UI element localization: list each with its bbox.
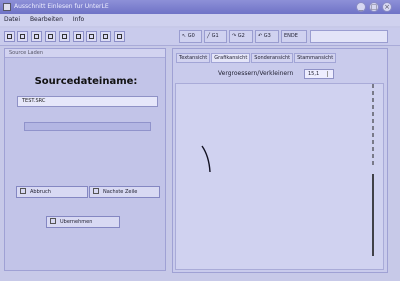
save-icon bbox=[50, 218, 56, 224]
paste-icon[interactable] bbox=[114, 31, 125, 42]
zoom-label: Vergroessern/Verkleinern bbox=[218, 70, 294, 77]
source-panel-header: Source Laden bbox=[5, 49, 165, 58]
copy-icon[interactable] bbox=[100, 31, 111, 42]
align-left-icon[interactable] bbox=[17, 31, 28, 42]
open-icon[interactable] bbox=[4, 31, 15, 42]
window-title: Ausschnitt Einlesen fur UnterLE bbox=[14, 3, 109, 10]
minimize-button[interactable]: _ bbox=[356, 2, 366, 12]
source-label: Sourcedateiname: bbox=[34, 76, 138, 87]
zoom-spinner[interactable]: 15,1 bbox=[304, 69, 334, 79]
close-button[interactable]: × bbox=[382, 2, 392, 12]
grid-icon[interactable] bbox=[86, 31, 97, 42]
apply-label: Ubernehmen bbox=[60, 219, 93, 225]
view-tabs: Textansicht Grafikansicht Sonderansicht … bbox=[176, 53, 337, 63]
next-line-label: Nachste Zeile bbox=[103, 189, 138, 195]
graphics-canvas[interactable] bbox=[175, 83, 384, 270]
toolbar: ↖ G0 ╱ G1 ↷ G2 ↶ G3 ENDE bbox=[0, 28, 400, 46]
align-right-icon[interactable] bbox=[59, 31, 70, 42]
zoom-value: 15,1 bbox=[308, 71, 320, 77]
tab-stammansicht[interactable]: Stammansicht bbox=[294, 53, 337, 63]
source-panel: Source Laden Sourcedateiname: TEST.SRC A… bbox=[4, 48, 166, 271]
align-center-icon[interactable] bbox=[31, 31, 42, 42]
progress-bar bbox=[24, 122, 151, 131]
arrow-icon bbox=[93, 188, 99, 194]
g0-button[interactable]: ↖ G0 bbox=[179, 30, 202, 43]
g3-button[interactable]: ↶ G3 bbox=[255, 30, 279, 43]
abort-label: Abbruch bbox=[30, 189, 51, 195]
menu-bar: Datei Bearbeiten Info bbox=[0, 14, 400, 26]
g1-button[interactable]: ╱ G1 bbox=[204, 30, 227, 43]
document-icon[interactable] bbox=[45, 31, 56, 42]
title-bar: Ausschnitt Einlesen fur UnterLE _ □ × bbox=[0, 0, 400, 14]
zoom-row: Vergroessern/Verkleinern 15,1 bbox=[173, 68, 389, 80]
tab-grafikansicht[interactable]: Grafikansicht bbox=[211, 53, 251, 63]
frame-icon[interactable] bbox=[73, 31, 84, 42]
maximize-button[interactable]: □ bbox=[369, 2, 379, 12]
arc-path bbox=[201, 145, 211, 173]
next-line-button[interactable]: Nachste Zeile bbox=[89, 186, 160, 198]
app-icon bbox=[3, 3, 11, 11]
menu-datei[interactable]: Datei bbox=[4, 16, 20, 23]
view-panel: Textansicht Grafikansicht Sonderansicht … bbox=[172, 48, 388, 273]
source-filename-input[interactable]: TEST.SRC bbox=[17, 96, 158, 107]
ende-button[interactable]: ENDE bbox=[281, 30, 307, 43]
menu-info[interactable]: Info bbox=[73, 16, 84, 23]
spin-arrows-icon[interactable] bbox=[327, 71, 332, 77]
x-icon bbox=[20, 188, 26, 194]
tab-sonderansicht[interactable]: Sonderansicht bbox=[251, 53, 294, 63]
g2-button[interactable]: ↷ G2 bbox=[229, 30, 253, 43]
graphics-svg bbox=[201, 84, 374, 256]
abort-button[interactable]: Abbruch bbox=[16, 186, 88, 198]
search-input[interactable] bbox=[310, 30, 388, 43]
apply-button[interactable]: Ubernehmen bbox=[46, 216, 120, 228]
menu-bearbeiten[interactable]: Bearbeiten bbox=[30, 16, 63, 23]
tab-textansicht[interactable]: Textansicht bbox=[176, 53, 211, 63]
